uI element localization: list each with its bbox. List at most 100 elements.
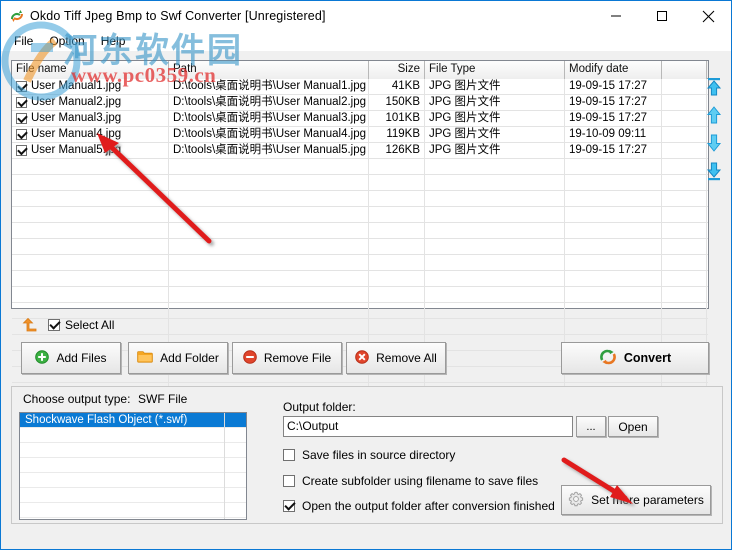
list-item-empty[interactable] — [20, 428, 246, 443]
cell-modify-date: 19-09-15 17:27 — [565, 142, 662, 159]
table-row[interactable]: User Manual4.jpg D:\tools\桌面说明书\User Man… — [12, 126, 708, 143]
cell-blank — [662, 110, 707, 127]
list-column-divider — [224, 413, 225, 519]
file-name-text: User Manual1.jpg — [31, 80, 122, 92]
remove-all-icon — [355, 349, 369, 367]
table-row[interactable]: User Manual2.jpg D:\tools\桌面说明书\User Man… — [12, 94, 708, 111]
table-row[interactable]: User Manual3.jpg D:\tools\桌面说明书\User Man… — [12, 110, 708, 127]
list-item-empty[interactable] — [20, 488, 246, 503]
cell-size: 126KB — [369, 142, 425, 159]
cell-file-type: JPG 图片文件 — [425, 110, 565, 127]
minimize-button[interactable] — [593, 1, 639, 31]
cell-modify-date: 19-10-09 09:11 — [565, 126, 662, 143]
remove-icon — [243, 349, 257, 367]
remove-file-button[interactable]: Remove File — [232, 342, 342, 374]
column-header-modify-date[interactable]: Modify date — [565, 61, 662, 79]
table-row-empty[interactable] — [12, 270, 708, 287]
cell-file-type: JPG 图片文件 — [425, 142, 565, 159]
menu-item-file[interactable]: File — [7, 32, 42, 50]
column-header-path[interactable]: Path — [169, 61, 369, 79]
column-header-blank[interactable] — [662, 61, 707, 79]
folder-icon — [137, 350, 153, 366]
table-row-empty[interactable] — [12, 174, 708, 191]
row-checkbox[interactable] — [16, 81, 27, 92]
row-checkbox[interactable] — [16, 129, 27, 140]
list-item-empty[interactable] — [20, 443, 246, 458]
cell-file-type: JPG 图片文件 — [425, 126, 565, 143]
table-row[interactable]: User Manual5.jpg D:\tools\桌面说明书\User Man… — [12, 142, 708, 159]
select-all-checkbox-group[interactable]: Select All — [48, 318, 114, 332]
list-item-empty[interactable] — [20, 503, 246, 518]
row-checkbox[interactable] — [16, 145, 27, 156]
menu-item-option[interactable]: Option — [42, 32, 93, 50]
add-folder-button[interactable]: Add Folder — [128, 342, 228, 374]
save-in-source-directory-option[interactable]: Save files in source directory — [283, 448, 455, 462]
cell-blank — [662, 142, 707, 159]
output-folder-input[interactable]: C:\Output — [283, 416, 573, 437]
cell-file-name: User Manual2.jpg — [12, 94, 169, 111]
menu-item-help[interactable]: Help — [94, 32, 135, 50]
table-row-empty[interactable] — [12, 286, 708, 303]
save-in-source-directory-checkbox[interactable] — [283, 449, 295, 461]
table-row-empty[interactable] — [12, 158, 708, 175]
remove-all-button[interactable]: Remove All — [346, 342, 446, 374]
browse-folder-button[interactable]: ... — [576, 416, 606, 437]
move-to-top-icon[interactable] — [704, 77, 724, 97]
table-row-empty[interactable] — [12, 254, 708, 271]
add-files-button[interactable]: Add Files — [21, 342, 121, 374]
application-window: Okdo Tiff Jpeg Bmp to Swf Converter [Unr… — [0, 0, 732, 550]
convert-label: Convert — [623, 351, 672, 365]
column-header-size[interactable]: Size — [369, 61, 425, 79]
cell-blank — [662, 126, 707, 143]
table-row-empty[interactable] — [12, 222, 708, 239]
open-output-folder-checkbox[interactable] — [283, 500, 295, 512]
order-tools — [703, 77, 725, 181]
create-subfolder-option[interactable]: Create subfolder using filename to save … — [283, 474, 538, 488]
select-all-row: Select All — [21, 317, 114, 333]
close-button[interactable] — [685, 1, 731, 31]
maximize-button[interactable] — [639, 1, 685, 31]
move-to-bottom-icon[interactable] — [704, 161, 724, 181]
return-up-arrow-icon[interactable] — [21, 317, 38, 333]
create-subfolder-label: Create subfolder using filename to save … — [302, 474, 539, 488]
cell-file-name: User Manual1.jpg — [12, 78, 169, 95]
convert-button[interactable]: Convert — [561, 342, 709, 374]
open-output-folder-option[interactable]: Open the output folder after conversion … — [283, 499, 555, 513]
table-row[interactable]: User Manual1.jpg D:\tools\桌面说明书\User Man… — [12, 78, 708, 95]
open-folder-button[interactable]: Open — [608, 416, 658, 437]
table-row-empty[interactable] — [12, 302, 708, 319]
row-checkbox[interactable] — [16, 97, 27, 108]
row-checkbox[interactable] — [16, 113, 27, 124]
list-item-empty[interactable] — [20, 458, 246, 473]
create-subfolder-checkbox[interactable] — [283, 475, 295, 487]
list-item[interactable]: Shockwave Flash Object (*.swf) — [20, 413, 246, 428]
select-all-checkbox[interactable] — [48, 319, 60, 331]
cell-path: D:\tools\桌面说明书\User Manual2.jpg — [169, 94, 369, 111]
set-more-parameters-button[interactable]: Set more parameters — [561, 485, 711, 515]
cell-size: 150KB — [369, 94, 425, 111]
table-row-empty[interactable] — [12, 206, 708, 223]
move-down-icon[interactable] — [704, 133, 724, 153]
cell-file-type: JPG 图片文件 — [425, 78, 565, 95]
set-more-parameters-label: Set more parameters — [591, 493, 704, 507]
list-item-empty[interactable] — [20, 473, 246, 488]
file-list-header: File name Path Size File Type Modify dat… — [12, 61, 708, 79]
table-row-empty[interactable] — [12, 318, 708, 335]
window-title: Okdo Tiff Jpeg Bmp to Swf Converter [Unr… — [30, 9, 326, 23]
file-list[interactable]: File name Path Size File Type Modify dat… — [11, 60, 709, 399]
save-in-source-directory-label: Save files in source directory — [302, 448, 456, 462]
column-header-file-type[interactable]: File Type — [425, 61, 565, 79]
cell-file-name: User Manual4.jpg — [12, 126, 169, 143]
cell-file-name: User Manual5.jpg — [12, 142, 169, 159]
file-name-text: User Manual5.jpg — [31, 144, 122, 156]
remove-all-label: Remove All — [376, 351, 437, 365]
move-up-icon[interactable] — [704, 105, 724, 125]
select-all-label: Select All — [65, 318, 115, 332]
table-row-empty[interactable] — [12, 190, 708, 207]
output-folder-label: Output folder: — [283, 400, 356, 414]
remove-file-label: Remove File — [263, 351, 332, 365]
output-type-list[interactable]: Shockwave Flash Object (*.swf) — [19, 412, 247, 520]
table-row-empty[interactable] — [12, 238, 708, 255]
title-bar: Okdo Tiff Jpeg Bmp to Swf Converter [Unr… — [1, 1, 731, 31]
column-header-file-name[interactable]: File name — [12, 61, 169, 79]
